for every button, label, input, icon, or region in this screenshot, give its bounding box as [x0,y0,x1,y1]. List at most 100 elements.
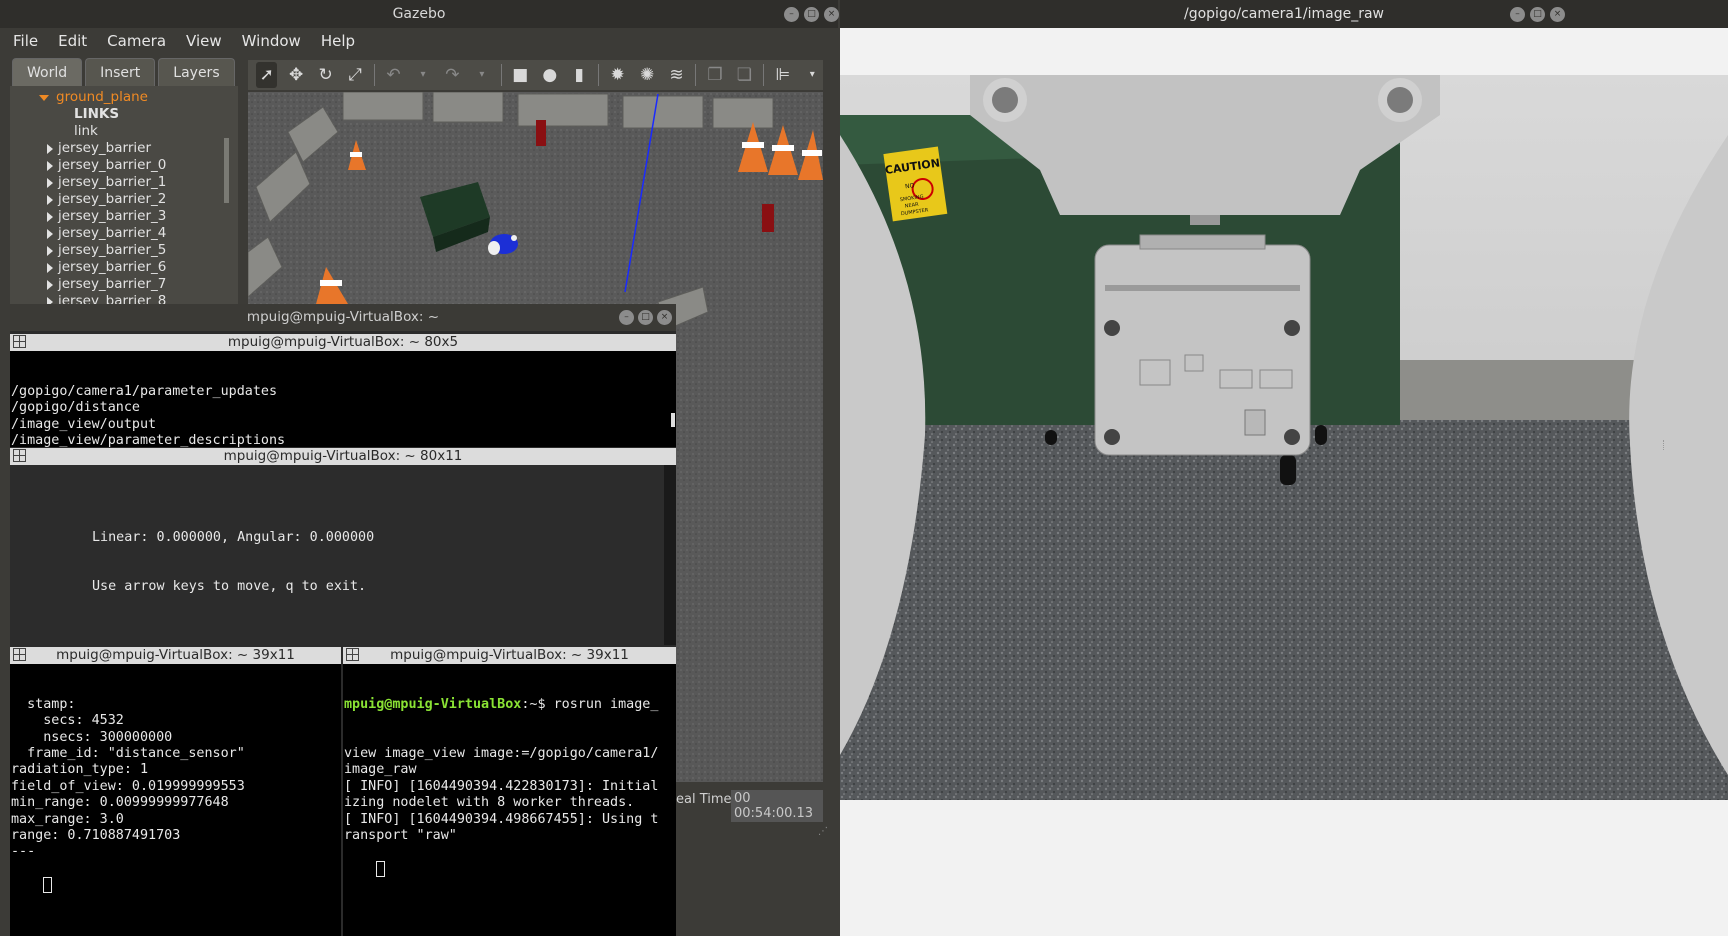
terminal-line: Linear: 0.000000, Angular: 0.000000 [92,530,375,546]
terminal-split-icon[interactable] [346,648,359,661]
tree-item-model[interactable]: jersey_barrier_7 [10,276,238,293]
point-light-icon[interactable]: ✹ [607,62,628,88]
minimize-button[interactable]: – [784,7,799,22]
svg-text:NO: NO [905,182,915,190]
menu-file[interactable]: File [13,28,38,56]
terminal-line: /gopigo/distance [11,400,140,416]
redo-icon[interactable]: ↷ [442,62,463,88]
maximize-button[interactable]: □ [638,310,653,325]
menu-view[interactable]: View [186,28,222,56]
scene-toolbar: ➚ ✥ ↻ ⤢ ↶ ▾ ↷ ▾ ■ ● ▮ ✹ ✺ ≋ ❐ ❏ ⊫ ▾ [248,60,823,90]
select-mode-icon[interactable]: ➚ [256,62,278,88]
terminal-pane-header[interactable]: mpuig@mpuig-VirtualBox: ~ 39x11 [10,647,341,664]
menu-window[interactable]: Window [242,28,301,56]
expand-right-icon[interactable] [47,195,53,205]
box-shape-icon[interactable]: ■ [510,62,531,88]
terminal-line: [ INFO] [1604490394.422830173]: Initial [344,778,659,794]
undo-icon[interactable]: ↶ [383,62,404,88]
redo-dropdown-icon[interactable]: ▾ [471,62,492,88]
expand-right-icon[interactable] [47,263,53,273]
time-panel: eal Time: 00 00:54:00.13 [676,782,823,822]
menu-help[interactable]: Help [321,28,355,56]
translate-icon[interactable]: ✥ [285,62,306,88]
image-view-window-controls: – □ × [1510,7,1565,22]
minimize-button[interactable]: – [619,310,634,325]
expand-right-icon[interactable] [47,246,53,256]
toolbar-overflow-icon[interactable]: ▾ [802,62,823,88]
expand-down-icon[interactable] [39,95,49,101]
close-button[interactable]: × [824,7,839,22]
close-button[interactable]: × [657,310,672,325]
terminal-split-icon[interactable] [13,648,26,661]
terminal-line: secs: 4532 [11,713,124,729]
sphere-shape-icon[interactable]: ● [539,62,560,88]
cylinder-shape-icon[interactable]: ▮ [568,62,589,88]
menu-camera[interactable]: Camera [107,28,166,56]
tree-item-model[interactable]: jersey_barrier_0 [10,157,238,174]
expand-right-icon[interactable] [47,144,53,154]
gazebo-titlebar[interactable]: Gazebo [0,0,838,28]
rotate-icon[interactable]: ↻ [315,62,336,88]
align-icon[interactable]: ⊫ [772,62,793,88]
maximize-button[interactable]: □ [804,7,819,22]
terminal-scrollbar[interactable] [671,413,675,427]
tree-item-model[interactable]: jersey_barrier_1 [10,174,238,191]
tree-item-links[interactable]: LINKS [10,106,238,123]
real-time-label: eal Time: [676,792,736,807]
tree-item-model[interactable]: jersey_barrier_3 [10,208,238,225]
expand-right-icon[interactable] [47,178,53,188]
directional-light-icon[interactable]: ≋ [666,62,687,88]
terminal-pane-2[interactable]: Linear: 0.000000, Angular: 0.000000 Use a… [10,465,676,645]
terminal-pane-3[interactable]: stamp: secs: 4532 nsecs: 300000000 frame… [10,664,341,936]
expand-right-icon[interactable] [47,280,53,290]
terminal-titlebar[interactable]: mpuig@mpuig-VirtualBox: ~ [10,304,676,331]
paste-icon[interactable]: ❏ [734,62,755,88]
tree-scrollbar[interactable] [224,138,229,203]
tree-item-link[interactable]: link [10,123,238,140]
tree-item-ground-plane[interactable]: ground_plane [10,89,238,106]
image-view-titlebar[interactable]: /gopigo/camera1/image_raw [840,0,1728,28]
resize-grip-icon[interactable]: ⋰ [818,826,828,837]
expand-right-icon[interactable] [47,229,53,239]
copy-icon[interactable]: ❐ [704,62,725,88]
terminal-pane-header[interactable]: mpuig@mpuig-VirtualBox: ~ 80x5 [10,334,676,351]
terminal-pane-header[interactable]: mpuig@mpuig-VirtualBox: ~ 80x11 [10,448,676,465]
tree-item-model[interactable]: jersey_barrier_6 [10,259,238,276]
scale-icon[interactable]: ⤢ [344,62,365,88]
toolbar-divider [597,64,599,86]
terminal-split-icon[interactable] [13,335,26,348]
terminal-line: view image_view image:=/gopigo/camera1/ [344,746,659,762]
terminal-scrollbar[interactable] [664,465,676,645]
tab-insert[interactable]: Insert [85,58,156,86]
expand-right-icon[interactable] [47,161,53,171]
terminal-split-icon[interactable] [13,449,26,462]
terminal-line: izing nodelet with 8 worker threads. [344,795,635,811]
tab-layers[interactable]: Layers [158,58,235,86]
toolbar-divider [695,64,697,86]
terminal-line: image_raw [344,762,417,778]
tree-item-model[interactable]: jersey_barrier [10,140,238,157]
terminal-pane-4[interactable]: mpuig@mpuig-VirtualBox:~$ rosrun image_ … [343,664,676,936]
terminal-line: stamp: [11,696,76,712]
terminal-line: /gopigo/camera1/parameter_updates [11,383,278,399]
tree-item-model[interactable]: jersey_barrier_5 [10,242,238,259]
spot-light-icon[interactable]: ✺ [636,62,657,88]
terminal-pane-1[interactable]: /gopigo/camera1/parameter_updates/gopigo… [10,351,676,447]
terminal-pane-header[interactable]: mpuig@mpuig-VirtualBox: ~ 39x11 [343,647,676,664]
close-button[interactable]: × [1550,7,1565,22]
tab-world[interactable]: World [12,58,83,86]
minimize-button[interactable]: – [1510,7,1525,22]
expand-right-icon[interactable] [47,212,53,222]
camera-image[interactable]: CAUTION NO SMOKING NEAR DUMPSTER [840,75,1728,800]
undo-dropdown-icon[interactable]: ▾ [412,62,433,88]
terminal-line: radiation_type: 1 [11,762,149,778]
image-view-grip[interactable] [1663,440,1666,450]
tree-item-model[interactable]: jersey_barrier_2 [10,191,238,208]
tree-item-model[interactable]: jersey_barrier_4 [10,225,238,242]
menu-edit[interactable]: Edit [58,28,87,56]
terminal-line: Use arrow keys to move, q to exit. [92,579,367,595]
maximize-button[interactable]: □ [1530,7,1545,22]
terminal-window-title: mpuig@mpuig-VirtualBox: ~ [246,309,440,325]
